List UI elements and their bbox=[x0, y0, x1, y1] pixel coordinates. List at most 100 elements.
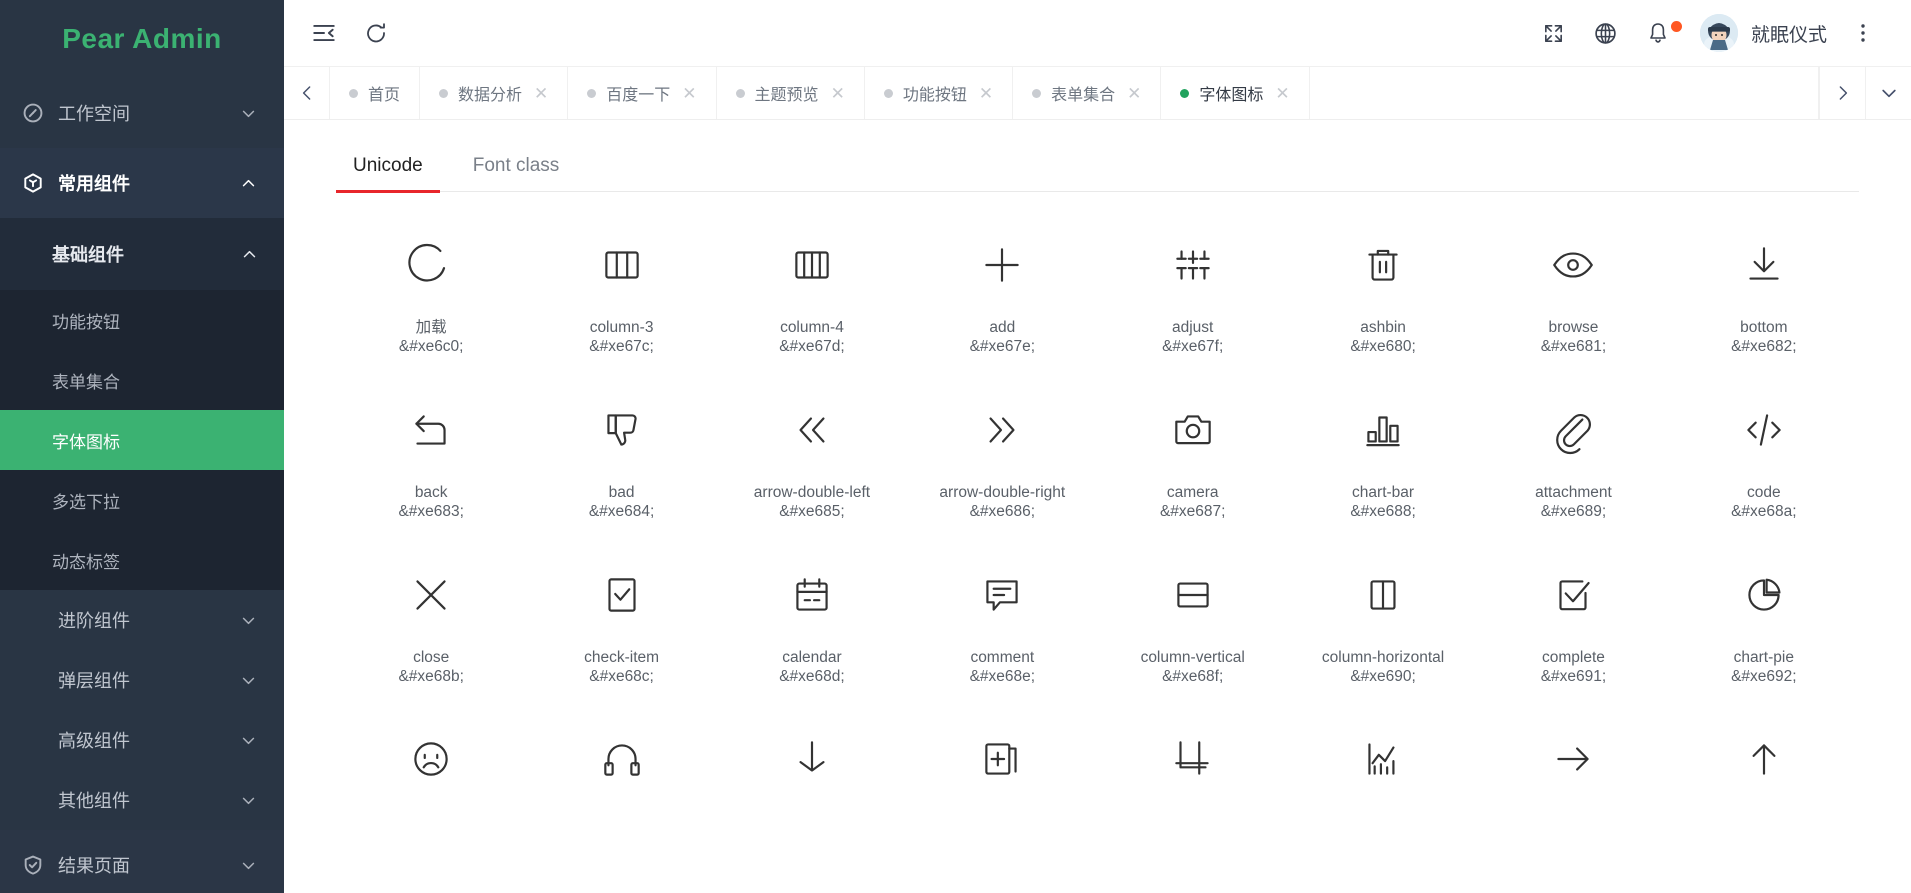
icon-cell[interactable]: back &#xe683; bbox=[336, 367, 526, 532]
icon-cell[interactable] bbox=[1288, 696, 1478, 822]
sidebar-leaf-label: 表单集合 bbox=[52, 372, 120, 392]
adjust-icon bbox=[1168, 236, 1218, 294]
icon-cell[interactable]: add &#xe67e; bbox=[907, 202, 1097, 367]
sidebar-item-common-components[interactable]: 常用组件 bbox=[0, 148, 284, 218]
icon-name: browse bbox=[1548, 319, 1599, 336]
tab-label: 百度一下 bbox=[606, 87, 671, 104]
tab-font-icons[interactable]: 字体图标 ✕ bbox=[1161, 67, 1310, 119]
headset-icon bbox=[597, 730, 647, 788]
icon-cell[interactable]: bottom &#xe682; bbox=[1669, 202, 1859, 367]
icon-code: &#xe683; bbox=[398, 503, 464, 521]
icon-panel: Unicode Font class 加载 &#xe6c0; column-3 … bbox=[284, 120, 1911, 822]
icon-name: ashbin bbox=[1360, 319, 1406, 336]
tab-label: 数据分析 bbox=[458, 87, 523, 104]
sidebar-item-font-icons[interactable]: 字体图标 bbox=[0, 410, 284, 470]
icon-cell[interactable] bbox=[1669, 696, 1859, 822]
tab-list: 首页 数据分析 ✕ 百度一下 ✕ 主题预览 ✕ 功能按钮 ✕ 表单集合 ✕ 字体… bbox=[330, 67, 1819, 119]
chevron-down-icon bbox=[238, 672, 258, 689]
sidebar-item-workspace[interactable]: 工作空间 bbox=[0, 78, 284, 148]
tab-font-class[interactable]: Font class bbox=[456, 147, 577, 193]
globe-icon[interactable] bbox=[1580, 7, 1632, 59]
shield-check-icon bbox=[22, 854, 52, 876]
sidebar-item-form-collection[interactable]: 表单集合 bbox=[0, 350, 284, 410]
icon-cell[interactable] bbox=[717, 696, 907, 822]
icon-code: &#xe67d; bbox=[779, 338, 845, 356]
sidebar-item-function-buttons[interactable]: 功能按钮 bbox=[0, 290, 284, 350]
icon-cell[interactable]: camera &#xe687; bbox=[1098, 367, 1288, 532]
brand-logo: Pear Admin bbox=[62, 23, 222, 54]
tab-unicode[interactable]: Unicode bbox=[336, 147, 440, 193]
sidebar-item-multi-select[interactable]: 多选下拉 bbox=[0, 470, 284, 530]
icon-cell[interactable]: column-vertical &#xe68f; bbox=[1098, 532, 1288, 697]
tab-home[interactable]: 首页 bbox=[330, 67, 421, 119]
icon-cell[interactable]: complete &#xe691; bbox=[1478, 532, 1668, 697]
tab-dropdown-button[interactable] bbox=[1865, 67, 1911, 119]
sidebar-group-label: 进阶组件 bbox=[58, 611, 130, 631]
icon-cell[interactable] bbox=[336, 696, 526, 822]
sidebar-item-label: 工作空间 bbox=[58, 104, 130, 124]
icon-cell[interactable]: adjust &#xe67f; bbox=[1098, 202, 1288, 367]
tab-data-analysis[interactable]: 数据分析 ✕ bbox=[420, 67, 569, 119]
tab-form-collection[interactable]: 表单集合 ✕ bbox=[1013, 67, 1162, 119]
icon-cell[interactable]: 加载 &#xe6c0; bbox=[336, 202, 526, 367]
sidebar-group-advanced-components[interactable]: 进阶组件 bbox=[0, 590, 284, 650]
avatar bbox=[1699, 14, 1738, 52]
tab-close-icon[interactable]: ✕ bbox=[680, 85, 696, 102]
sidebar-group-layer-components[interactable]: 弹层组件 bbox=[0, 650, 284, 710]
icon-cell[interactable]: bad &#xe684; bbox=[526, 367, 716, 532]
icon-cell[interactable]: chart-pie &#xe692; bbox=[1669, 532, 1859, 697]
tab-close-icon[interactable]: ✕ bbox=[829, 85, 845, 102]
icon-code: &#xe68e; bbox=[969, 667, 1036, 685]
icon-cell[interactable]: arrow-double-left &#xe685; bbox=[717, 367, 907, 532]
icon-cell[interactable]: column-3 &#xe67c; bbox=[526, 202, 716, 367]
tab-function-buttons[interactable]: 功能按钮 ✕ bbox=[865, 67, 1014, 119]
icon-cell[interactable]: comment &#xe68e; bbox=[907, 532, 1097, 697]
tab-close-icon[interactable]: ✕ bbox=[1273, 85, 1289, 102]
icon-cell[interactable]: ashbin &#xe680; bbox=[1288, 202, 1478, 367]
icon-cell[interactable]: attachment &#xe689; bbox=[1478, 367, 1668, 532]
app-root: Pear Admin 工作空间 常用组件 基础组件 功能按钮 表单集合 字体图标… bbox=[0, 0, 1911, 893]
sidebar-item-dynamic-tags[interactable]: 动态标签 bbox=[0, 530, 284, 590]
icon-cell[interactable]: arrow-double-right &#xe686; bbox=[907, 367, 1097, 532]
icon-cell[interactable] bbox=[1098, 696, 1288, 822]
icon-cell[interactable]: chart-bar &#xe688; bbox=[1288, 367, 1478, 532]
icon-code: &#xe67e; bbox=[969, 338, 1036, 356]
icon-cell[interactable]: browse &#xe681; bbox=[1478, 202, 1668, 367]
icon-cell[interactable]: close &#xe68b; bbox=[336, 532, 526, 697]
icon-cell[interactable] bbox=[907, 696, 1097, 822]
tab-close-icon[interactable]: ✕ bbox=[532, 85, 548, 102]
sidebar: Pear Admin 工作空间 常用组件 基础组件 功能按钮 表单集合 字体图标… bbox=[0, 0, 284, 893]
icon-cell[interactable]: code &#xe68a; bbox=[1669, 367, 1859, 532]
tab-close-icon[interactable]: ✕ bbox=[1125, 85, 1141, 102]
icon-cell[interactable]: calendar &#xe68d; bbox=[717, 532, 907, 697]
sidebar-group-senior-components[interactable]: 高级组件 bbox=[0, 710, 284, 770]
download-icon bbox=[787, 730, 837, 788]
user-menu[interactable]: 就眠仪式 bbox=[1684, 14, 1837, 52]
bell-icon[interactable] bbox=[1632, 7, 1684, 59]
more-vertical-icon[interactable] bbox=[1837, 7, 1889, 59]
icon-cell[interactable]: column-horizontal &#xe690; bbox=[1288, 532, 1478, 697]
double-chevron-left-icon bbox=[787, 401, 837, 459]
icon-cell[interactable] bbox=[526, 696, 716, 822]
tab-baidu[interactable]: 百度一下 ✕ bbox=[568, 67, 717, 119]
sidebar-item-result-pages[interactable]: 结果页面 bbox=[0, 830, 284, 893]
icon-cell[interactable]: check-item &#xe68c; bbox=[526, 532, 716, 697]
sidebar-group-other-components[interactable]: 其他组件 bbox=[0, 770, 284, 830]
tab-next-button[interactable] bbox=[1819, 67, 1865, 119]
fullscreen-icon[interactable] bbox=[1528, 7, 1580, 59]
tab-close-icon[interactable]: ✕ bbox=[977, 85, 993, 102]
menu-fold-icon[interactable] bbox=[298, 7, 350, 59]
sidebar-group-label: 弹层组件 bbox=[58, 671, 130, 691]
calendar-icon bbox=[787, 566, 837, 624]
icon-code: &#xe685; bbox=[779, 503, 845, 521]
icon-cell[interactable]: column-4 &#xe67d; bbox=[717, 202, 907, 367]
sidebar-leaf-label: 字体图标 bbox=[52, 432, 120, 452]
thumb-down-icon bbox=[597, 401, 647, 459]
tab-status-dot bbox=[587, 88, 597, 98]
icon-cell[interactable] bbox=[1478, 696, 1668, 822]
refresh-icon[interactable] bbox=[350, 7, 402, 59]
icon-code: &#xe67c; bbox=[589, 338, 654, 356]
tab-theme-preview[interactable]: 主题预览 ✕ bbox=[717, 67, 865, 119]
tab-prev-button[interactable] bbox=[284, 67, 330, 119]
sidebar-group-basic-components[interactable]: 基础组件 bbox=[0, 218, 284, 290]
